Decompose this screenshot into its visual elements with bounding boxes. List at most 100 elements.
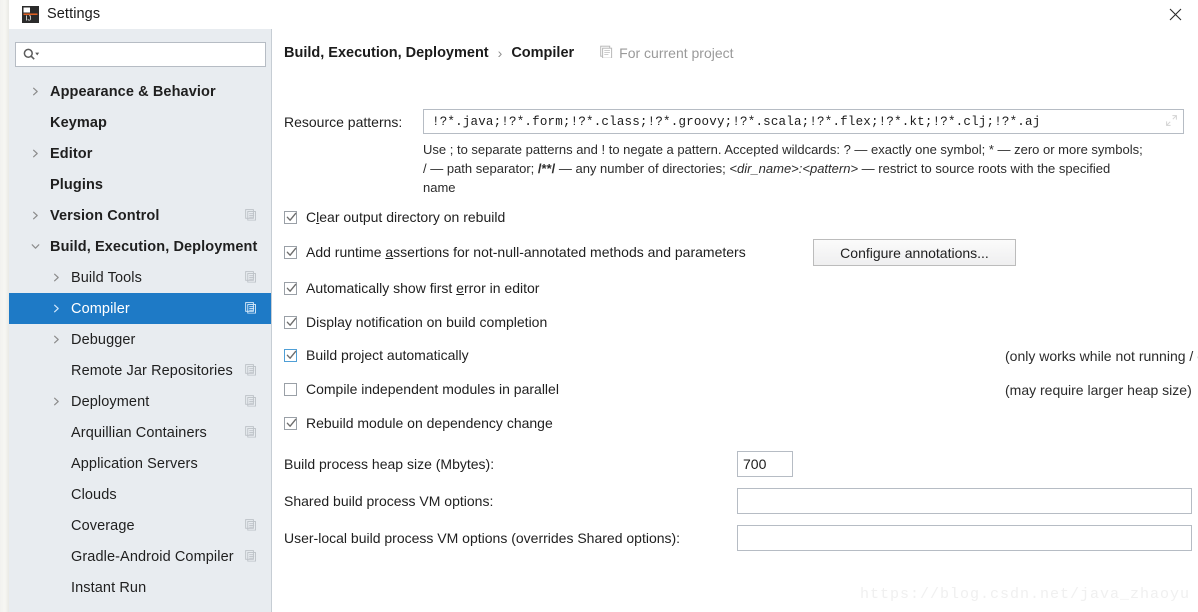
sidebar-item-debugger[interactable]: Debugger — [9, 324, 271, 355]
checkbox-label: Compile independent modules in parallel — [306, 381, 559, 397]
sidebar-item-clouds[interactable]: Clouds — [9, 479, 271, 510]
help-line2-a: / — path separator; — [423, 161, 538, 176]
checkbox-label-post: ear output directory on rebuild — [319, 209, 506, 225]
checkbox-row-compile-independent-modules-in-parallel[interactable]: Compile independent modules in parallel — [284, 381, 559, 397]
chevron-right-icon[interactable] — [48, 324, 64, 355]
sidebar-item-build-execution-deployment[interactable]: Build, Execution, Deployment — [9, 231, 271, 262]
sidebar-item-instant-run[interactable]: Instant Run — [9, 572, 271, 603]
checkbox-build-project-automatically[interactable] — [284, 348, 297, 362]
checkbox-hint: (may require larger heap size) — [1005, 382, 1192, 398]
checkbox-label: Display notification on build completion — [306, 314, 547, 330]
sidebar-item-editor[interactable]: Editor — [9, 138, 271, 169]
project-scope-icon — [245, 208, 257, 223]
sidebar-item-build-tools[interactable]: Build Tools — [9, 262, 271, 293]
sidebar-item-label: Compiler — [71, 300, 130, 317]
checkbox-label-mnemonic: e — [456, 280, 464, 296]
sidebar-item-appearance-behavior[interactable]: Appearance & Behavior — [9, 76, 271, 107]
sidebar-item-version-control[interactable]: Version Control — [9, 200, 271, 231]
checkbox-row-rebuild-module-on-dependency-change[interactable]: Rebuild module on dependency change — [284, 415, 553, 431]
checkbox-label-post: rror in editor — [463, 280, 540, 296]
input-shared-build-process-vm-options[interactable] — [738, 489, 1191, 513]
sidebar-item-application-servers[interactable]: Application Servers — [9, 448, 271, 479]
checkbox-row-clear-output-directory-on-rebuild[interactable]: Clear output directory on rebuild — [284, 209, 505, 225]
checkbox-automatically-show-first-error-in-editor[interactable] — [284, 281, 297, 295]
checkbox-label-pre: C — [306, 209, 317, 225]
svg-text:IJ: IJ — [25, 14, 31, 23]
checkbox-clear-output-directory-on-rebuild[interactable] — [284, 210, 297, 224]
field-user-local-build-process-vm-options-override[interactable] — [737, 525, 1192, 551]
settings-sidebar: Appearance & Behavior Keymap Editor Plugins… — [9, 29, 272, 612]
help-line1-b: ? — exactly one symbol; * — zero or more… — [843, 142, 1143, 157]
checkbox-row-automatically-show-first-error-in-editor[interactable]: Automatically show first error in editor — [284, 280, 539, 296]
checkbox-display-notification-on-build-completion[interactable] — [284, 315, 297, 329]
checkbox-label-pre: Automatically show first — [306, 280, 457, 296]
input-user-local-build-process-vm-options-override[interactable] — [738, 526, 1191, 550]
checkbox-label: Add runtime assertions for not-null-anno… — [306, 244, 746, 260]
checkbox-row-display-notification-on-build-completion[interactable]: Display notification on build completion — [284, 314, 547, 330]
help-line2-c: — any number of directories; — [555, 161, 730, 176]
checkbox-label-post: ssertions for not-null-annotated methods… — [393, 244, 746, 260]
checkbox-rebuild-module-on-dependency-change[interactable] — [284, 416, 297, 430]
sidebar-item-deployment[interactable]: Deployment — [9, 386, 271, 417]
field-label-user-local-build-process-vm-options-override: User-local build process VM options (ove… — [284, 530, 681, 546]
chevron-right-icon[interactable] — [27, 76, 43, 107]
chevron-right-icon[interactable] — [27, 138, 43, 169]
close-icon[interactable] — [1152, 0, 1198, 29]
help-line1-a: Use ; to separate patterns and ! to nega… — [423, 142, 844, 157]
sidebar-item-compiler[interactable]: Compiler — [9, 293, 271, 324]
sidebar-item-arquillian-containers[interactable]: Arquillian Containers — [9, 417, 271, 448]
checkbox-compile-independent-modules-in-parallel[interactable] — [284, 382, 297, 396]
resource-patterns-help: Use ; to separate patterns and ! to nega… — [423, 140, 1183, 197]
resource-patterns-input[interactable] — [430, 113, 1154, 130]
sidebar-item-label: Clouds — [71, 486, 117, 503]
sidebar-item-gradle-android-compiler[interactable]: Gradle-Android Compiler — [9, 541, 271, 572]
search-icon — [23, 48, 40, 61]
chevron-right-icon[interactable] — [48, 262, 64, 293]
checkbox-label: Automatically show first error in editor — [306, 280, 539, 296]
input-build-process-heap-size-mbytes[interactable] — [738, 452, 792, 476]
checkbox-label: Rebuild module on dependency change — [306, 415, 553, 431]
search-input[interactable] — [45, 46, 249, 63]
checkbox-row-build-project-automatically[interactable]: Build project automatically — [284, 347, 469, 363]
window-title: Settings — [47, 6, 101, 22]
field-label-shared-build-process-vm-options: Shared build process VM options: — [284, 493, 494, 509]
project-scope-icon — [245, 549, 257, 564]
sidebar-item-label: Plugins — [50, 176, 104, 193]
project-scope-icon — [245, 518, 257, 533]
chevron-right-icon[interactable] — [48, 386, 64, 417]
help-line2-d: <dir_name>:<pattern> — [729, 161, 859, 176]
breadcrumb-leaf: Compiler — [511, 45, 575, 61]
sidebar-item-label: Version Control — [50, 207, 160, 224]
sidebar-item-label: Application Servers — [71, 455, 198, 472]
checkbox-label-pre: Compile independent modules in parallel — [306, 381, 559, 397]
checkbox-row-add-runtime-assertions-for-not-null-annotate[interactable]: Add runtime assertions for not-null-anno… — [284, 244, 746, 260]
resource-patterns-label: Resource patterns: — [284, 114, 403, 130]
sidebar-item-coverage[interactable]: Coverage — [9, 510, 271, 541]
help-line3: name — [423, 180, 456, 195]
watermark: https://blog.csdn.net/java_zhaoyu — [859, 586, 1190, 603]
chevron-right-icon[interactable] — [27, 200, 43, 231]
resource-patterns-field[interactable] — [423, 109, 1184, 134]
expand-icon[interactable] — [1165, 114, 1178, 130]
configure-annotations-button[interactable]: Configure annotations... — [813, 239, 1016, 266]
field-shared-build-process-vm-options[interactable] — [737, 488, 1192, 514]
breadcrumb-root[interactable]: Build, Execution, Deployment — [284, 45, 489, 61]
sidebar-item-label: Debugger — [71, 331, 136, 348]
chevron-right-icon[interactable] — [48, 293, 64, 324]
project-scope-icon — [245, 301, 257, 316]
search-box[interactable] — [15, 42, 266, 67]
sidebar-item-remote-jar-repositories[interactable]: Remote Jar Repositories — [9, 355, 271, 386]
chevron-down-icon[interactable] — [27, 231, 43, 262]
settings-tree: Appearance & Behavior Keymap Editor Plugins… — [9, 76, 271, 603]
sidebar-item-keymap[interactable]: Keymap — [9, 107, 271, 138]
checkbox-add-runtime-assertions-for-not-null-annotate[interactable] — [284, 245, 297, 259]
checkbox-label-pre: Build project automatically — [306, 347, 469, 363]
checkbox-label: Build project automatically — [306, 347, 469, 363]
project-scope-icon — [245, 270, 257, 285]
field-build-process-heap-size-mbytes[interactable] — [737, 451, 793, 477]
sidebar-item-plugins[interactable]: Plugins — [9, 169, 271, 200]
